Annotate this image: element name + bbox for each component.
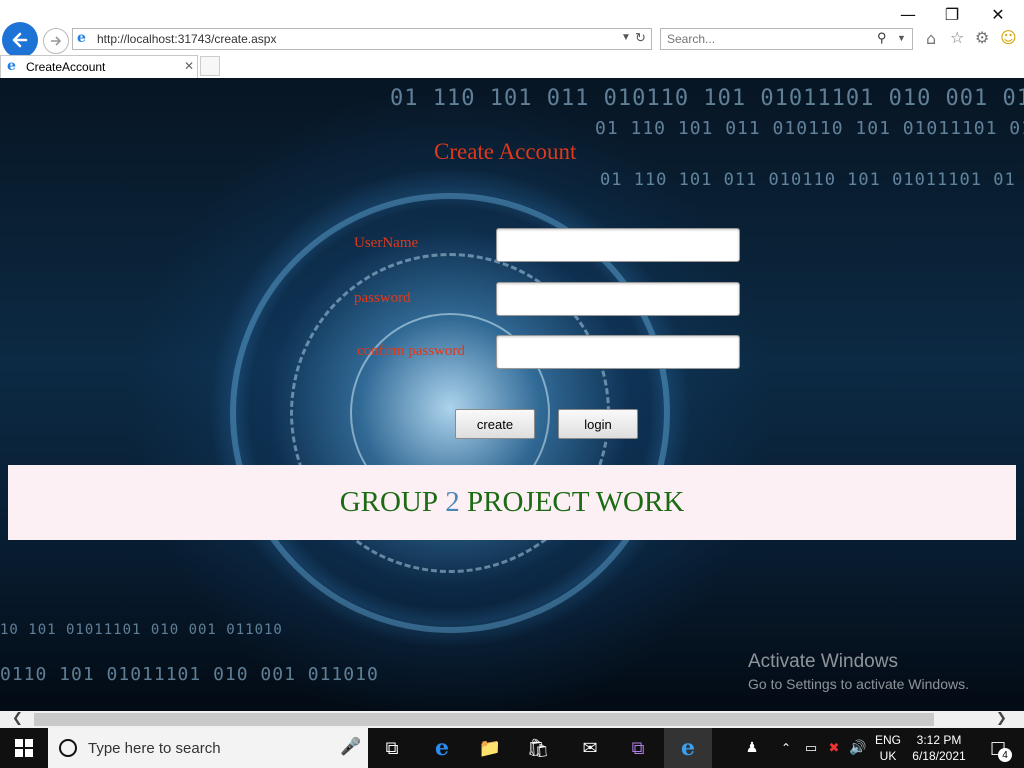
clock[interactable]: 3:12 PM 6/18/2021 [906, 732, 972, 764]
forward-arrow-icon [51, 36, 62, 46]
browser-search-input[interactable] [667, 31, 867, 47]
search-dropdown-icon[interactable]: ▼ [897, 33, 906, 43]
search-icon[interactable]: ⚲ [877, 30, 887, 46]
confirm-password-input[interactable] [496, 335, 740, 369]
minimize-icon[interactable]: — [886, 2, 930, 26]
region-code: UK [879, 749, 897, 763]
project-banner: GROUP 2 PROJECT WORK [8, 465, 1016, 540]
address-bar[interactable]: e http://localhost:31743/create.aspx ▼ ↻ [72, 28, 652, 50]
watermark-title: Activate Windows [748, 651, 898, 672]
internet-explorer-taskbar-icon[interactable]: e [664, 728, 712, 768]
background-binary-text: 01 110 101 011 010110 101 01011101 01 [595, 118, 1024, 139]
mail-icon[interactable]: ✉ [566, 728, 614, 768]
refresh-icon[interactable]: ↻ [635, 30, 646, 46]
search-circle-icon [59, 739, 77, 757]
page-title: Create Account [434, 139, 577, 164]
banner-number: 2 [445, 486, 460, 518]
background-binary-text: 01 110 101 011 010110 101 01011101 010 0… [390, 86, 1024, 111]
background-binary-text: 10 101 01011101 010 001 011010 [0, 622, 283, 638]
scrollbar-thumb[interactable] [34, 713, 934, 726]
tab-title: CreateAccount [26, 60, 106, 74]
scroll-left-icon[interactable]: ❮ [12, 711, 23, 726]
username-input[interactable] [496, 228, 740, 262]
ie-page-icon: e [77, 30, 86, 46]
file-explorer-icon[interactable]: 📁 [466, 728, 514, 768]
banner-text-group: GROUP [339, 486, 439, 518]
create-button[interactable]: create [455, 409, 535, 439]
forward-button[interactable] [43, 28, 69, 54]
favorites-star-icon[interactable]: ☆ [950, 28, 964, 47]
language-indicator[interactable]: ENG UK [872, 732, 904, 764]
url-text: http://localhost:31743/create.aspx [97, 32, 277, 46]
activate-windows-watermark: Activate Windows Go to Settings to activ… [748, 651, 969, 692]
close-tab-icon[interactable]: ✕ [184, 59, 194, 73]
back-arrow-icon [12, 32, 28, 48]
task-view-icon[interactable]: ⧉ [368, 728, 416, 768]
tab-createaccount[interactable]: e CreateAccount ✕ [0, 55, 198, 78]
home-icon[interactable]: ⌂ [926, 29, 936, 48]
confirm-password-label: confirm password [357, 343, 465, 359]
notification-center-button[interactable]: □ 4 [976, 728, 1020, 768]
scroll-right-icon[interactable]: ❯ [996, 711, 1007, 726]
gear-icon[interactable]: ⚙ [975, 28, 989, 47]
clock-time: 3:12 PM [916, 733, 962, 747]
browser-search-box[interactable]: ⚲ ▼ [660, 28, 913, 50]
close-window-icon[interactable]: ✕ [976, 2, 1020, 26]
ie-tab-icon: e [7, 58, 16, 74]
language-code: ENG [874, 733, 901, 747]
network-icon[interactable]: ✖ [822, 728, 846, 768]
start-button[interactable] [0, 728, 48, 768]
taskbar-search-box[interactable]: Type here to search 🎤 [48, 728, 368, 768]
background-binary-text: 01 110 101 011 010110 101 01011101 01 [600, 170, 1016, 190]
page-background: 01 110 101 011 010110 101 01011101 010 0… [0, 78, 1024, 711]
watermark-subtitle: Go to Settings to activate Windows. [748, 676, 969, 692]
clock-date: 6/18/2021 [912, 749, 966, 763]
battery-icon[interactable]: ▭ [798, 728, 824, 768]
dropdown-icon[interactable]: ▼ [621, 32, 631, 43]
username-label: UserName [354, 235, 419, 251]
smiley-feedback-icon[interactable]: ☺ [1000, 28, 1017, 47]
volume-icon[interactable]: 🔊 [846, 728, 870, 768]
new-tab-button[interactable] [200, 56, 220, 76]
background-binary-text: 0110 101 01011101 010 001 011010 [0, 664, 379, 685]
notification-count-badge: 4 [998, 748, 1012, 762]
login-button[interactable]: login [558, 409, 638, 439]
people-icon[interactable]: ♟ [730, 728, 774, 768]
taskbar-search-placeholder: Type here to search [88, 740, 221, 757]
microphone-icon[interactable]: 🎤 [340, 737, 361, 757]
tray-expand-icon[interactable]: ⌃ [772, 728, 800, 768]
visual-studio-icon[interactable]: ⧉ [614, 728, 662, 768]
password-label: password [354, 290, 411, 306]
banner-text-project-work: PROJECT WORK [467, 486, 685, 518]
restore-icon[interactable]: ❐ [930, 2, 974, 26]
store-icon[interactable]: 🛍 [514, 728, 562, 768]
edge-icon[interactable]: e [418, 728, 466, 768]
windows-logo-icon [15, 739, 33, 757]
back-button[interactable] [2, 22, 38, 58]
password-input[interactable] [496, 282, 740, 316]
